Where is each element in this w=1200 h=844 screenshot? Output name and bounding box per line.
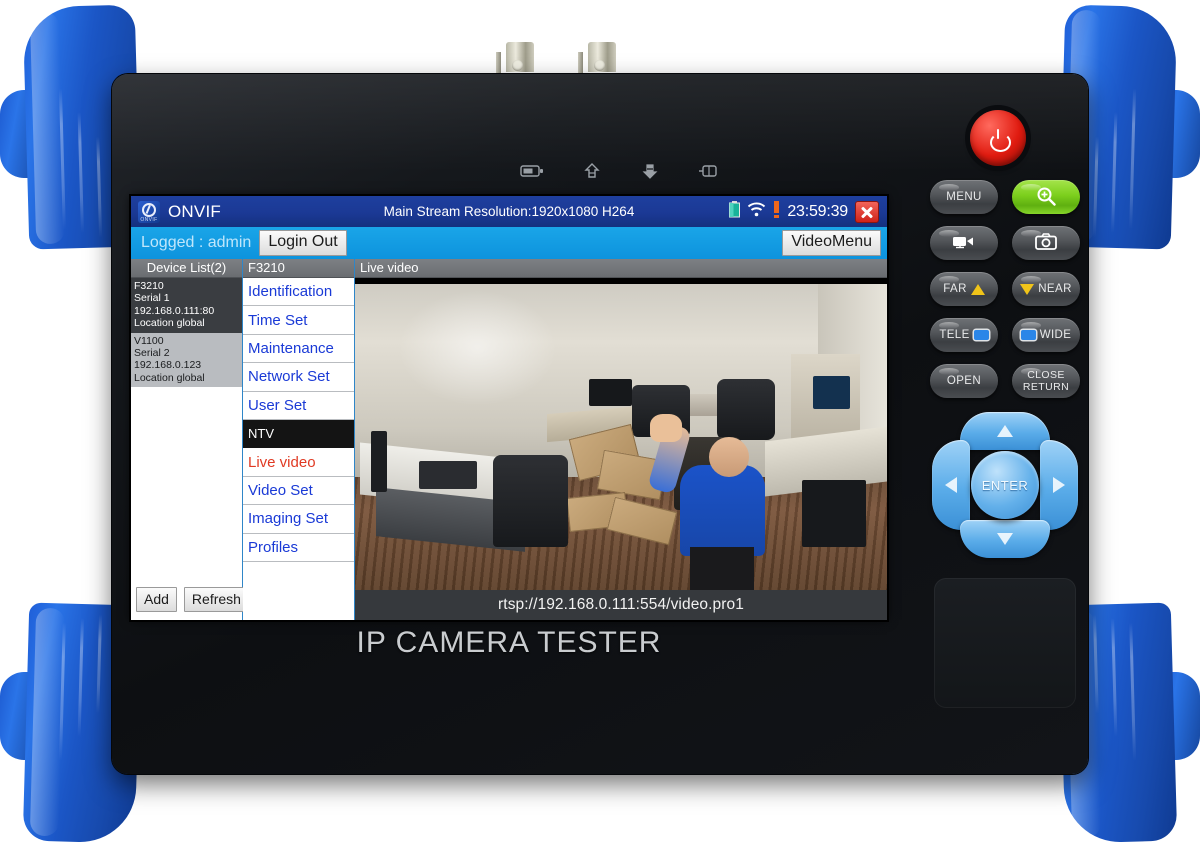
focus-far-button[interactable]: FAR: [930, 272, 998, 306]
snapshot-button[interactable]: [1012, 226, 1080, 260]
power-icon: [989, 128, 1011, 152]
video-camera-icon: [952, 234, 976, 252]
settings-menu-header: F3210: [243, 259, 354, 278]
logged-user-label: Logged : admin: [141, 234, 252, 251]
upload-led-icon: [582, 162, 602, 180]
enter-button[interactable]: ENTER: [971, 451, 1039, 519]
rtsp-url-bar: rtsp://192.168.0.111:554/video.pro1: [355, 590, 887, 620]
device-name: V1100: [134, 334, 164, 347]
brand-label: IP CAMERA TESTER: [356, 626, 662, 659]
dpad-down-button[interactable]: [960, 520, 1050, 558]
zoom-wide-button[interactable]: WIDE: [1012, 318, 1080, 352]
signal-icon: [773, 200, 780, 223]
device-name: F3210: [134, 280, 164, 292]
clock: 23:59:39: [787, 202, 848, 220]
onvif-logo-icon: ONVIF: [138, 200, 160, 223]
video-record-button[interactable]: [930, 226, 998, 260]
device-serial: Serial 2: [134, 347, 170, 360]
login-bar: Logged : admin Login Out VideoMenu: [131, 227, 887, 259]
device-photo: ONVIF ONVIF Main Stream Resolution:1920x…: [0, 0, 1200, 844]
bnc-connector-1: [496, 42, 542, 74]
device-actions: Add Refresh: [131, 580, 249, 620]
zoom-tele-button[interactable]: TELE: [930, 318, 998, 352]
device-list-item[interactable]: V1100 Serial 2 192.168.0.123 Location gl…: [131, 332, 242, 388]
menu-item-imaging-set[interactable]: Imaging Set: [243, 505, 354, 534]
lcd-screen: ONVIF ONVIF Main Stream Resolution:1920x…: [131, 196, 887, 620]
menu-button[interactable]: MENU: [930, 180, 998, 214]
device-serial: Serial 1: [134, 292, 170, 305]
focus-near-label: NEAR: [1038, 283, 1072, 295]
onvif-logo-caption: ONVIF: [140, 216, 158, 223]
menu-filler: [243, 561, 354, 620]
zoom-wide-label: WIDE: [1039, 329, 1072, 341]
battery-icon: [729, 200, 741, 223]
arrow-down-icon: [997, 533, 1013, 545]
menu-item-profiles[interactable]: Profiles: [243, 533, 354, 562]
menu-item-network-set[interactable]: Network Set: [243, 363, 354, 392]
camera-icon: [1035, 233, 1057, 253]
device-location: Location global: [134, 371, 205, 384]
video-stream-view[interactable]: rtsp://192.168.0.111:554/video.pro1: [355, 278, 887, 620]
dc-power-led-icon: [698, 163, 720, 179]
iris-close-label: CLOSE: [1027, 369, 1065, 381]
status-icons: 23:59:39: [729, 200, 887, 223]
iris-close-return-button[interactable]: CLOSE RETURN: [1012, 364, 1080, 398]
triangle-down-icon: [1020, 283, 1035, 295]
led-indicator-strip: [520, 158, 720, 184]
device-list[interactable]: F3210 Serial 1 192.168.0.111:80 Location…: [131, 278, 242, 581]
dpad-left-button[interactable]: [932, 440, 970, 530]
arrow-left-icon: [945, 477, 957, 493]
app-titlebar: ONVIF ONVIF Main Stream Resolution:1920x…: [131, 196, 887, 227]
menu-item-user-set[interactable]: User Set: [243, 391, 354, 420]
dpad-right-button[interactable]: [1040, 440, 1078, 530]
device-location: Location global: [134, 317, 205, 330]
download-led-icon: [640, 162, 660, 180]
menu-section-ntv: NTV: [243, 419, 354, 449]
menu-button-label: MENU: [946, 191, 982, 203]
app-body: Device List(2) F3210 Serial 1 192.168.0.…: [131, 259, 887, 620]
refresh-button[interactable]: Refresh: [183, 586, 249, 612]
return-label: RETURN: [1022, 381, 1070, 393]
device-list-header: Device List(2): [131, 259, 242, 278]
device-address: 192.168.0.123: [134, 359, 202, 372]
wifi-icon: [747, 202, 766, 222]
device-list-item[interactable]: F3210 Serial 1 192.168.0.111:80 Location…: [131, 278, 242, 333]
battery-led-icon: [520, 163, 544, 179]
power-button[interactable]: [970, 110, 1026, 166]
battery-cover-panel: [934, 578, 1076, 708]
arrow-right-icon: [1053, 477, 1065, 493]
screen-icon: [1020, 330, 1036, 340]
zoom-in-button[interactable]: [1012, 180, 1080, 214]
dpad: ENTER: [930, 410, 1080, 560]
menu-item-video-set[interactable]: Video Set: [243, 476, 354, 506]
dpad-up-button[interactable]: [960, 412, 1050, 450]
zoom-tele-label: TELE: [939, 329, 970, 341]
iris-open-label: OPEN: [946, 375, 982, 387]
screen-icon: [973, 330, 989, 340]
add-button[interactable]: Add: [136, 586, 177, 612]
camera-scene-image: [355, 284, 887, 590]
hardware-keypad: MENU FAR NEAR TELE WIDE OPEN CLOSE RETUR…: [920, 100, 1090, 720]
menu-item-identification[interactable]: Identification: [243, 278, 354, 307]
device-list-panel: Device List(2) F3210 Serial 1 192.168.0.…: [131, 259, 249, 620]
video-panel-header: Live video: [355, 259, 887, 278]
video-panel: Live video rtsp://192.168.0.111:554/vide…: [355, 259, 887, 620]
menu-item-time-set[interactable]: Time Set: [243, 306, 354, 335]
focus-far-label: FAR: [943, 283, 967, 295]
bnc-connector-2: [578, 42, 624, 74]
video-menu-button[interactable]: VideoMenu: [782, 230, 881, 256]
triangle-up-icon: [970, 283, 985, 295]
focus-near-button[interactable]: NEAR: [1012, 272, 1080, 306]
iris-open-button[interactable]: OPEN: [930, 364, 998, 398]
menu-item-maintenance[interactable]: Maintenance: [243, 334, 354, 364]
magnifier-plus-icon: [1036, 186, 1056, 209]
close-icon[interactable]: [855, 200, 879, 223]
menu-item-live-video[interactable]: Live video: [243, 448, 354, 477]
login-out-button[interactable]: Login Out: [259, 230, 347, 256]
settings-menu-panel: F3210 Identification Time Set Maintenanc…: [243, 259, 355, 620]
app-title: ONVIF: [168, 201, 221, 221]
arrow-up-icon: [997, 425, 1013, 437]
device-address: 192.168.0.111:80: [134, 304, 215, 317]
